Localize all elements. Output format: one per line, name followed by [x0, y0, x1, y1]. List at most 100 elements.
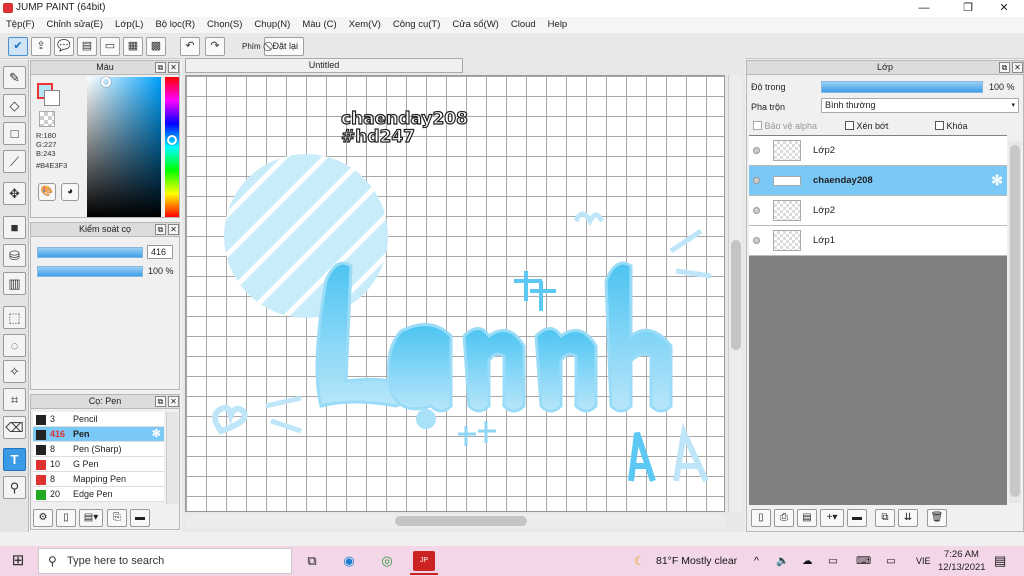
gear-icon[interactable]: ✻	[991, 172, 1003, 189]
menu-select[interactable]: Chọn(S)	[201, 17, 248, 33]
blend-mode-select[interactable]: Bình thường ▾	[821, 98, 1019, 113]
drawing-canvas[interactable]: chaenday208 #hd247	[185, 75, 725, 512]
brush-size-slider[interactable]	[37, 247, 143, 258]
layer-scroll-thumb[interactable]	[1010, 145, 1020, 497]
menu-cloud[interactable]: Cloud	[505, 17, 542, 33]
brush-settings-icon[interactable]: ⚙	[33, 509, 53, 527]
input-language[interactable]: VIE	[916, 546, 931, 576]
brush-list-scrollbar[interactable]	[166, 412, 178, 504]
hue-slider-handle[interactable]	[167, 135, 177, 145]
select-pen-tool-icon[interactable]: ⌗	[3, 388, 26, 411]
layer-item[interactable]: chaenday208 ✻	[749, 166, 1007, 196]
protect-alpha-checkbox[interactable]: Bảo vệ alpha	[753, 121, 817, 131]
menu-window[interactable]: Cửa sổ(W)	[446, 17, 504, 33]
vertical-scroll-thumb[interactable]	[731, 240, 741, 350]
panel-float-icon[interactable]: ⧉	[155, 224, 166, 235]
brush-menu-icon[interactable]: ▤▾	[79, 509, 103, 527]
cloud-sync-icon[interactable]: ✔	[8, 37, 28, 56]
horizontal-scrollbar[interactable]	[185, 514, 725, 528]
brush-copy-icon[interactable]: ⎘	[107, 509, 127, 527]
eyedropper-icon[interactable]: ◕	[61, 183, 79, 201]
menu-filter[interactable]: Bộ lọc(R)	[149, 17, 201, 33]
transparent-color-swatch[interactable]	[39, 111, 55, 127]
new-layer-text-icon[interactable]: ▤	[797, 509, 817, 527]
eraser-tool-icon[interactable]: ◇	[3, 94, 26, 117]
panel-float-icon[interactable]: ⧉	[155, 396, 166, 407]
keyboard-icon[interactable]: ⌨	[856, 546, 871, 576]
brush-folder-icon[interactable]: ▬	[130, 509, 150, 527]
hue-slider[interactable]	[165, 77, 179, 217]
duplicate-layer-icon[interactable]: ⧉	[875, 509, 895, 527]
panel-float-icon[interactable]: ⧉	[999, 62, 1010, 73]
monitor-icon[interactable]: ▭	[886, 546, 896, 576]
gear-icon[interactable]: ✻	[152, 427, 161, 442]
layer-item[interactable]: Lớp2	[749, 196, 1007, 226]
comment-icon[interactable]: 💬	[54, 37, 74, 56]
menu-layer[interactable]: Lớp(L)	[109, 17, 149, 33]
clock-time[interactable]: 7:26 AM	[944, 549, 979, 560]
lock-checkbox[interactable]: Khóa	[935, 121, 968, 131]
line-tool-icon[interactable]: ⟋	[3, 150, 26, 173]
close-button[interactable]: ✕	[984, 0, 1024, 17]
menu-tools[interactable]: Công cụ(T)	[387, 17, 447, 33]
new-brush-icon[interactable]: ▯	[56, 509, 76, 527]
brush-opacity-slider[interactable]	[37, 266, 143, 277]
chevron-up-icon[interactable]: ^	[754, 546, 759, 576]
chrome-browser-icon[interactable]: ◎	[377, 551, 397, 571]
move-tool-icon[interactable]: ✥	[3, 182, 26, 205]
visibility-icon[interactable]	[753, 237, 760, 244]
menu-help[interactable]: Help	[542, 17, 574, 33]
fill-rect-tool-icon[interactable]: ■	[3, 216, 26, 239]
edge-browser-icon[interactable]: ◉	[339, 551, 359, 571]
sv-picker-handle[interactable]	[101, 77, 111, 87]
menu-file[interactable]: Tệp(F)	[0, 17, 41, 33]
menu-view[interactable]: Xem(V)	[343, 17, 387, 33]
menu-edit[interactable]: Chỉnh sửa(E)	[41, 17, 110, 33]
merge-layer-icon[interactable]: ⇊	[898, 509, 918, 527]
clock-date[interactable]: 12/13/2021	[938, 562, 986, 573]
brush-item[interactable]: 20 Edge Pen	[33, 487, 164, 502]
windows-start-icon[interactable]: ⊞	[8, 551, 28, 571]
visibility-icon[interactable]	[753, 207, 760, 214]
text-tool-icon[interactable]: T	[3, 448, 26, 471]
brush-item[interactable]: 8 Pen (Sharp)	[33, 442, 164, 457]
saturation-value-picker[interactable]	[87, 77, 161, 217]
add-layer-menu-icon[interactable]: +▾	[820, 509, 844, 527]
layer-list-scrollbar[interactable]	[1009, 141, 1021, 503]
new-layer-icon[interactable]: ▯	[751, 509, 771, 527]
weather-text[interactable]: 81°F Mostly clear	[656, 546, 737, 576]
menu-capture[interactable]: Chụp(N)	[248, 17, 296, 33]
task-view-icon[interactable]: ⧉	[302, 551, 322, 571]
brush-tool-icon[interactable]: ✎	[3, 66, 26, 89]
layer-opacity-slider[interactable]	[821, 81, 983, 93]
document-icon[interactable]: ▭	[100, 37, 120, 56]
panel-close-icon[interactable]: ✕	[168, 62, 179, 73]
share-icon[interactable]: ⇪	[31, 37, 51, 56]
jump-paint-app-icon[interactable]: JP	[413, 551, 435, 571]
minimize-button[interactable]: —	[904, 0, 944, 17]
layout-icon[interactable]: ▩	[146, 37, 166, 56]
panel-close-icon[interactable]: ✕	[168, 224, 179, 235]
grid-icon[interactable]: ▦	[123, 37, 143, 56]
new-layer-copy-icon[interactable]: ⎙	[774, 509, 794, 527]
brush-item[interactable]: 8 Mapping Pen	[33, 472, 164, 487]
notification-icon[interactable]: ▤	[994, 546, 1006, 576]
speech-bubble-icon[interactable]: ▤	[77, 37, 97, 56]
battery-icon[interactable]: ▭	[828, 546, 838, 576]
magic-wand-tool-icon[interactable]: ✧	[3, 360, 26, 383]
delete-layer-icon[interactable]: 🗑	[927, 509, 947, 527]
zoom-tool-icon[interactable]: ⚲	[3, 476, 26, 499]
panel-close-icon[interactable]: ✕	[168, 396, 179, 407]
layer-item[interactable]: Lớp2	[749, 136, 1007, 166]
gradient-tool-icon[interactable]: ▥	[3, 272, 26, 295]
taskbar-search[interactable]: ⚲ Type here to search	[38, 548, 292, 574]
brush-item[interactable]: 3 Pencil	[33, 412, 164, 427]
menu-color[interactable]: Màu (C)	[296, 17, 342, 33]
maximize-button[interactable]: ❐	[948, 0, 988, 17]
cloud-icon[interactable]: ☁	[802, 546, 813, 576]
bucket-tool-icon[interactable]: ⛁	[3, 244, 26, 267]
palette-icon[interactable]: 🎨	[38, 183, 56, 201]
clipping-checkbox[interactable]: Xén bớt	[845, 121, 888, 131]
visibility-icon[interactable]	[753, 177, 760, 184]
brush-item[interactable]: 416 Pen ✻	[33, 427, 164, 442]
